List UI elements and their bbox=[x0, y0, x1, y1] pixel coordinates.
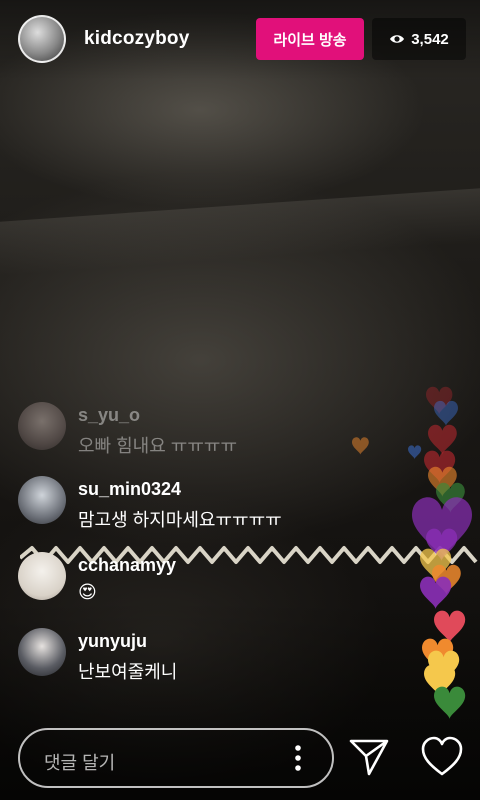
comment-item: su_min0324 맘고생 하지마세요ㅠㅠㅠㅠ bbox=[18, 476, 398, 532]
commenter-username[interactable]: yunyuju bbox=[78, 631, 147, 652]
comment-text: 오빠 힘내요 ㅠㅠㅠㅠ bbox=[78, 436, 238, 456]
commenter-avatar[interactable] bbox=[18, 402, 66, 450]
comment-item: yunyuju 난보여줄케니 bbox=[18, 628, 398, 684]
comment-text: 난보여줄케니 bbox=[78, 662, 178, 682]
comment-text: 맘고생 하지마세요ㅠㅠㅠㅠ bbox=[78, 510, 282, 530]
comment-input-placeholder: 댓글 달기 bbox=[44, 753, 116, 773]
comment-item: cchanamyy 😍 bbox=[18, 552, 398, 608]
eye-icon bbox=[390, 35, 405, 43]
comment-item: s_yu_o 오빠 힘내요 ㅠㅠㅠㅠ bbox=[18, 402, 398, 458]
commenter-avatar[interactable] bbox=[18, 552, 66, 600]
comment-text: 😍 bbox=[78, 582, 97, 602]
commenter-username[interactable]: su_min0324 bbox=[78, 479, 181, 500]
broadcaster-avatar[interactable] bbox=[18, 15, 66, 63]
commenter-avatar[interactable] bbox=[18, 628, 66, 676]
commenter-avatar[interactable] bbox=[18, 476, 66, 524]
live-badge: 라이브 방송 bbox=[256, 18, 364, 60]
commenter-username[interactable]: cchanamyy bbox=[78, 555, 176, 576]
heart-icon[interactable] bbox=[420, 736, 464, 778]
viewer-count-pill[interactable]: 3,542 bbox=[372, 18, 466, 60]
live-header: kidcozyboy 라이브 방송 3,542 bbox=[0, 0, 480, 80]
viewer-count: 3,542 bbox=[411, 30, 449, 48]
broadcaster-username[interactable]: kidcozyboy bbox=[84, 28, 189, 50]
more-vertical-icon[interactable] bbox=[286, 744, 310, 772]
send-icon[interactable] bbox=[348, 736, 390, 778]
commenter-username[interactable]: s_yu_o bbox=[78, 405, 140, 426]
